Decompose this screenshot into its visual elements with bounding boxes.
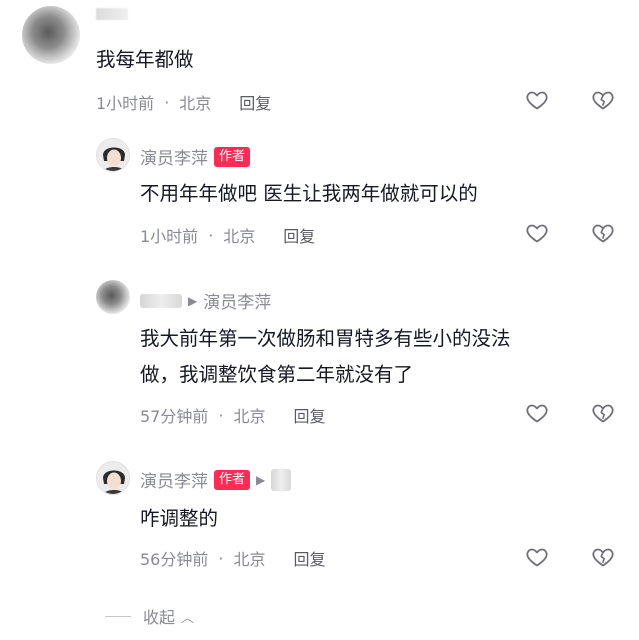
reply-arrow-icon: ▶ — [188, 293, 198, 308]
reply-button[interactable]: 回复 — [293, 403, 325, 427]
comment-text: 我每年都做 — [96, 48, 194, 71]
collapse-label: 收起 — [143, 608, 176, 627]
author-portrait-icon — [97, 462, 129, 494]
comment-time: 1小时前 — [96, 94, 155, 113]
divider-line — [105, 615, 131, 617]
comment-location: 北京 — [233, 550, 266, 569]
comment-time: 1小时前 — [140, 227, 199, 246]
dislike-button[interactable] — [589, 219, 617, 247]
author-avatar[interactable] — [96, 138, 130, 172]
comment-location: 北京 — [179, 94, 212, 113]
avatar[interactable] — [22, 6, 80, 64]
comment-location: 北京 — [233, 407, 266, 426]
comment-meta: 56分钟前 · 北京 回复 — [140, 546, 326, 570]
comment-meta: 1小时前 · 北京 回复 — [140, 223, 315, 247]
heart-outline-icon — [526, 404, 548, 423]
reply-to-username[interactable]: 演员李萍 — [203, 288, 271, 313]
comment-time: 57分钟前 — [140, 407, 209, 426]
reply-arrow-icon: ▶ — [256, 472, 266, 487]
comment-text-line-1: 我大前年第一次做肠和胃特多有些小的没法 — [140, 327, 511, 350]
comment-meta: 1小时前 · 北京 回复 — [96, 90, 271, 114]
heart-outline-icon — [526, 548, 548, 567]
separator-dot: · — [164, 92, 170, 112]
comment-text-line-2: 做，我调整饮食第二年就没有了 — [140, 363, 414, 386]
reply-button[interactable]: 回复 — [293, 546, 325, 570]
comment-text: 咋调整的 — [140, 507, 219, 530]
broken-heart-icon — [592, 548, 614, 567]
broken-heart-icon — [592, 224, 614, 243]
like-button[interactable] — [523, 399, 551, 427]
dislike-button[interactable] — [589, 543, 617, 571]
comment-username: ▶ 演员李萍 — [140, 288, 271, 313]
reply-button[interactable]: 回复 — [239, 90, 271, 114]
comment-username: 演员李萍 作者 — [140, 144, 251, 169]
comment-location: 北京 — [223, 227, 256, 246]
separator-dot: · — [218, 548, 224, 568]
like-button[interactable] — [523, 219, 551, 247]
chevron-up-icon: ︿ — [181, 610, 195, 626]
comment-username: 演员李萍 作者 ▶ — [140, 467, 292, 492]
author-avatar[interactable] — [96, 461, 130, 495]
like-button[interactable] — [523, 86, 551, 114]
avatar[interactable] — [96, 280, 130, 314]
heart-outline-icon — [526, 224, 548, 243]
comment-text: 不用年年做吧 医生让我两年做就可以的 — [140, 182, 478, 205]
username-text[interactable]: 演员李萍 — [140, 467, 208, 492]
dislike-button[interactable] — [589, 86, 617, 114]
blurred-username — [96, 8, 128, 20]
blurred-reply-to-username[interactable] — [271, 468, 292, 491]
username-text[interactable]: 演员李萍 — [140, 144, 208, 169]
author-badge: 作者 — [214, 469, 251, 490]
comment-time: 56分钟前 — [140, 550, 209, 569]
separator-dot: · — [218, 405, 224, 425]
author-badge: 作者 — [214, 146, 251, 167]
collapse-replies-button[interactable]: 收起 ︿ — [105, 604, 194, 628]
comment-meta: 57分钟前 · 北京 回复 — [140, 403, 326, 427]
broken-heart-icon — [592, 91, 614, 110]
separator-dot: · — [208, 225, 214, 245]
blurred-username[interactable] — [140, 293, 182, 308]
broken-heart-icon — [592, 404, 614, 423]
reply-button[interactable]: 回复 — [283, 223, 315, 247]
author-portrait-icon — [97, 139, 129, 171]
dislike-button[interactable] — [589, 399, 617, 427]
like-button[interactable] — [523, 543, 551, 571]
heart-outline-icon — [526, 91, 548, 110]
